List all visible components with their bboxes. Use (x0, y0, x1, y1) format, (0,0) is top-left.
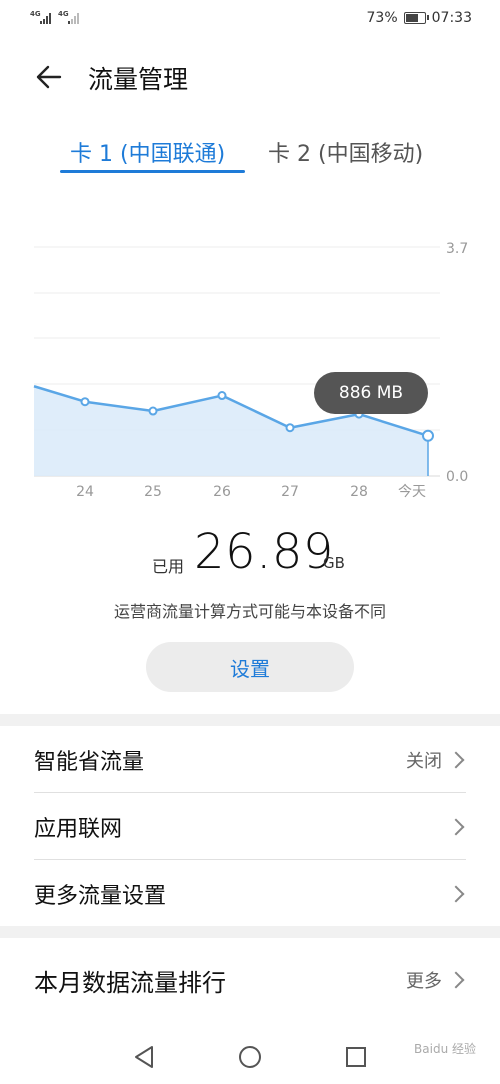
settings-button[interactable]: 设置 (146, 642, 354, 692)
chart-tooltip: 886 MB (314, 372, 428, 414)
back-arrow-icon[interactable] (34, 62, 64, 92)
data-point (285, 423, 295, 433)
x-tick-label: 24 (76, 484, 94, 500)
x-tick-label: 28 (350, 484, 368, 500)
tab-sim2[interactable]: 卡 2 (中国移动) (268, 136, 423, 168)
chevron-right-icon (447, 885, 465, 903)
nav-recents-icon (346, 1047, 366, 1067)
data-point (422, 429, 434, 442)
menu-item-label: 应用联网 (34, 817, 123, 842)
ranking-label: 本月数据流量排行 (34, 968, 226, 997)
battery-percent: 73% (366, 10, 398, 26)
carrier-note: 运营商流量计算方式可能与本设备不同 (113, 602, 386, 621)
data-point (217, 391, 227, 401)
nav-back-icon (135, 1046, 153, 1068)
used-unit: GB (323, 554, 345, 572)
section-gap (0, 714, 500, 726)
menu-item-label: 更多流量设置 (34, 884, 167, 909)
data-point (80, 397, 90, 407)
menu-item-label: 智能省流量 (34, 750, 145, 775)
divider (34, 859, 466, 860)
sim2-signal-icon (68, 12, 79, 24)
nav-home-icon (239, 1046, 261, 1068)
battery-icon (403, 12, 429, 24)
divider (34, 792, 466, 793)
ranking-more-label: 更多 (406, 971, 442, 992)
data-usage-chart: 24 25 26 27 28 今天 3.7 0.0 (33, 241, 468, 500)
x-tick-label: 25 (144, 484, 162, 500)
active-tab-indicator (60, 170, 245, 173)
y-tick-label: 3.7 (446, 241, 468, 257)
chevron-right-icon (447, 751, 465, 769)
chevron-right-icon (447, 971, 465, 989)
chevron-right-icon (447, 818, 465, 836)
watermark: Baidu 经验 (414, 1042, 476, 1056)
ranking-row[interactable]: 本月数据流量排行 更多 (34, 947, 466, 1013)
clock: 07:33 (431, 10, 472, 26)
used-label: 已用 (152, 557, 185, 576)
x-tick-label: 27 (281, 484, 299, 500)
menu-item-value: 关闭 (406, 751, 442, 772)
x-tick-label: 26 (213, 484, 231, 500)
page-title: 流量管理 (88, 65, 189, 94)
x-tick-label: 今天 (398, 484, 426, 500)
data-point (148, 406, 158, 416)
menu-item-more-settings[interactable]: 更多流量设置 (34, 861, 466, 927)
tab-sim1[interactable]: 卡 1 (中国联通) (70, 136, 225, 168)
system-nav-bar (135, 1046, 366, 1068)
section-gap (0, 926, 500, 938)
menu-item-smart-saver[interactable]: 智能省流量 关闭 (34, 727, 466, 793)
used-value: 26.89 (194, 524, 334, 580)
menu-item-app-network[interactable]: 应用联网 (34, 794, 466, 860)
y-tick-label: 0.0 (446, 469, 468, 485)
status-bar: 4G 4G 73% 07:33 (0, 0, 500, 38)
sim1-signal-icon (40, 12, 51, 24)
